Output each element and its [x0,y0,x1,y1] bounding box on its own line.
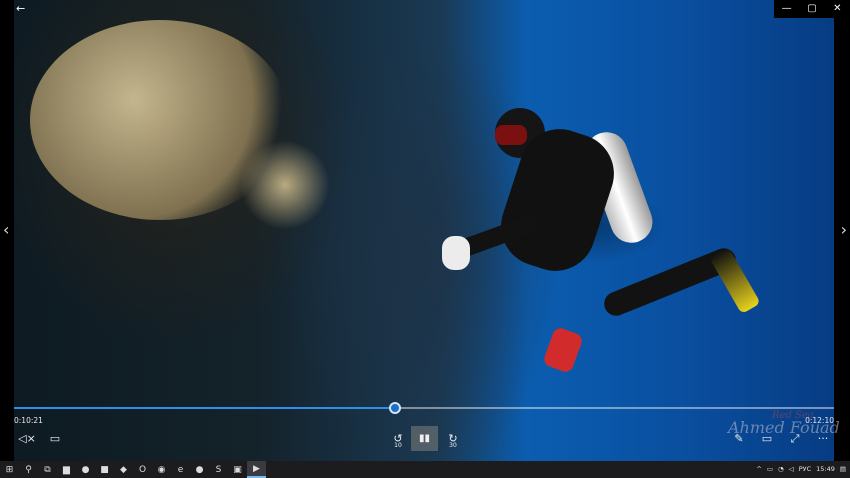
clock[interactable]: 15:49 [816,461,835,478]
edit-button[interactable]: ✎ [731,428,747,450]
volume-muted-icon: ◁× [18,432,36,445]
start-icon[interactable]: ⊞ [0,461,19,478]
edge-icon[interactable]: e [171,461,190,478]
subtitles-button[interactable]: ▭ [46,428,64,450]
seek-bar-fill [14,407,396,409]
mute-button[interactable]: ◁× [18,428,36,450]
more-button[interactable]: ··· [815,428,831,450]
cast-icon: ▭ [761,432,773,445]
network-icon[interactable]: ◔ [778,461,784,478]
window-controls: — ▢ ✕ [774,0,850,18]
app-icon-4[interactable]: ▣ [228,461,247,478]
forward-button[interactable]: ↻ 30 [444,428,462,450]
subtitles-icon: ▭ [49,432,61,445]
app-icon[interactable]: ■ [95,461,114,478]
taskbar-icons: ⊞ ⚲ ⧉ ▆ ● ■ ◆ O ◉ e ● S ▣ ▶ [0,461,266,478]
notifications-icon[interactable]: ▤ [840,461,846,478]
app-icon-3[interactable]: ● [190,461,209,478]
file-explorer-icon[interactable]: ▆ [57,461,76,478]
search-icon[interactable]: ⚲ [19,461,38,478]
seek-bar-thumb[interactable] [389,402,402,414]
tray-chevron-icon[interactable]: ^ [756,461,761,478]
app-icon-2[interactable]: ◆ [114,461,133,478]
pen-icon: ✎ [734,432,744,445]
forward-seconds: 30 [449,442,457,449]
fullscreen-button[interactable]: ⤢ [787,428,803,450]
battery-icon[interactable]: ▭ [767,461,773,478]
rewind-seconds: 10 [394,442,402,449]
video-player[interactable]: ‹ › ← — ▢ ✕ Red Sea Ahmed Fouad 0:10:21 … [0,0,850,461]
diver-mask [495,125,527,145]
next-icon[interactable]: › [841,220,847,239]
maximize-button[interactable]: ▢ [799,0,824,18]
diver-reel [542,326,584,374]
volume-icon[interactable]: ◁ [789,461,794,478]
movies-tv-icon[interactable]: ▶ [247,461,266,478]
rewind-button[interactable]: ↺ 10 [389,428,407,450]
pause-button[interactable]: ▮▮ [411,426,438,451]
skype-icon[interactable]: S [209,461,228,478]
taskbar: ⊞ ⚲ ⧉ ▆ ● ■ ◆ O ◉ e ● S ▣ ▶ ^ ▭ ◔ ◁ РУС 15:49 ▤ [0,461,850,478]
coral-decoration [240,140,330,230]
opera-icon[interactable]: O [133,461,152,478]
total-time: 0:12:10 [805,416,834,425]
minimize-button[interactable]: — [774,0,799,18]
diver-glove [442,236,470,270]
system-tray: ^ ▭ ◔ ◁ РУС 15:49 ▤ [756,461,850,478]
firefox-icon[interactable]: ● [76,461,95,478]
seek-bar[interactable] [14,402,834,414]
keyboard-layout[interactable]: РУС [799,461,811,478]
task-view-icon[interactable]: ⧉ [38,461,57,478]
pause-icon: ▮▮ [418,433,430,444]
back-button[interactable]: ← [16,2,25,15]
cast-button[interactable]: ▭ [759,428,775,450]
expand-icon: ⤢ [790,432,800,445]
previous-icon[interactable]: ‹ [3,220,9,239]
close-button[interactable]: ✕ [825,0,850,18]
chrome-icon[interactable]: ◉ [152,461,171,478]
elapsed-time: 0:10:21 [14,416,43,425]
more-icon: ··· [817,432,829,445]
